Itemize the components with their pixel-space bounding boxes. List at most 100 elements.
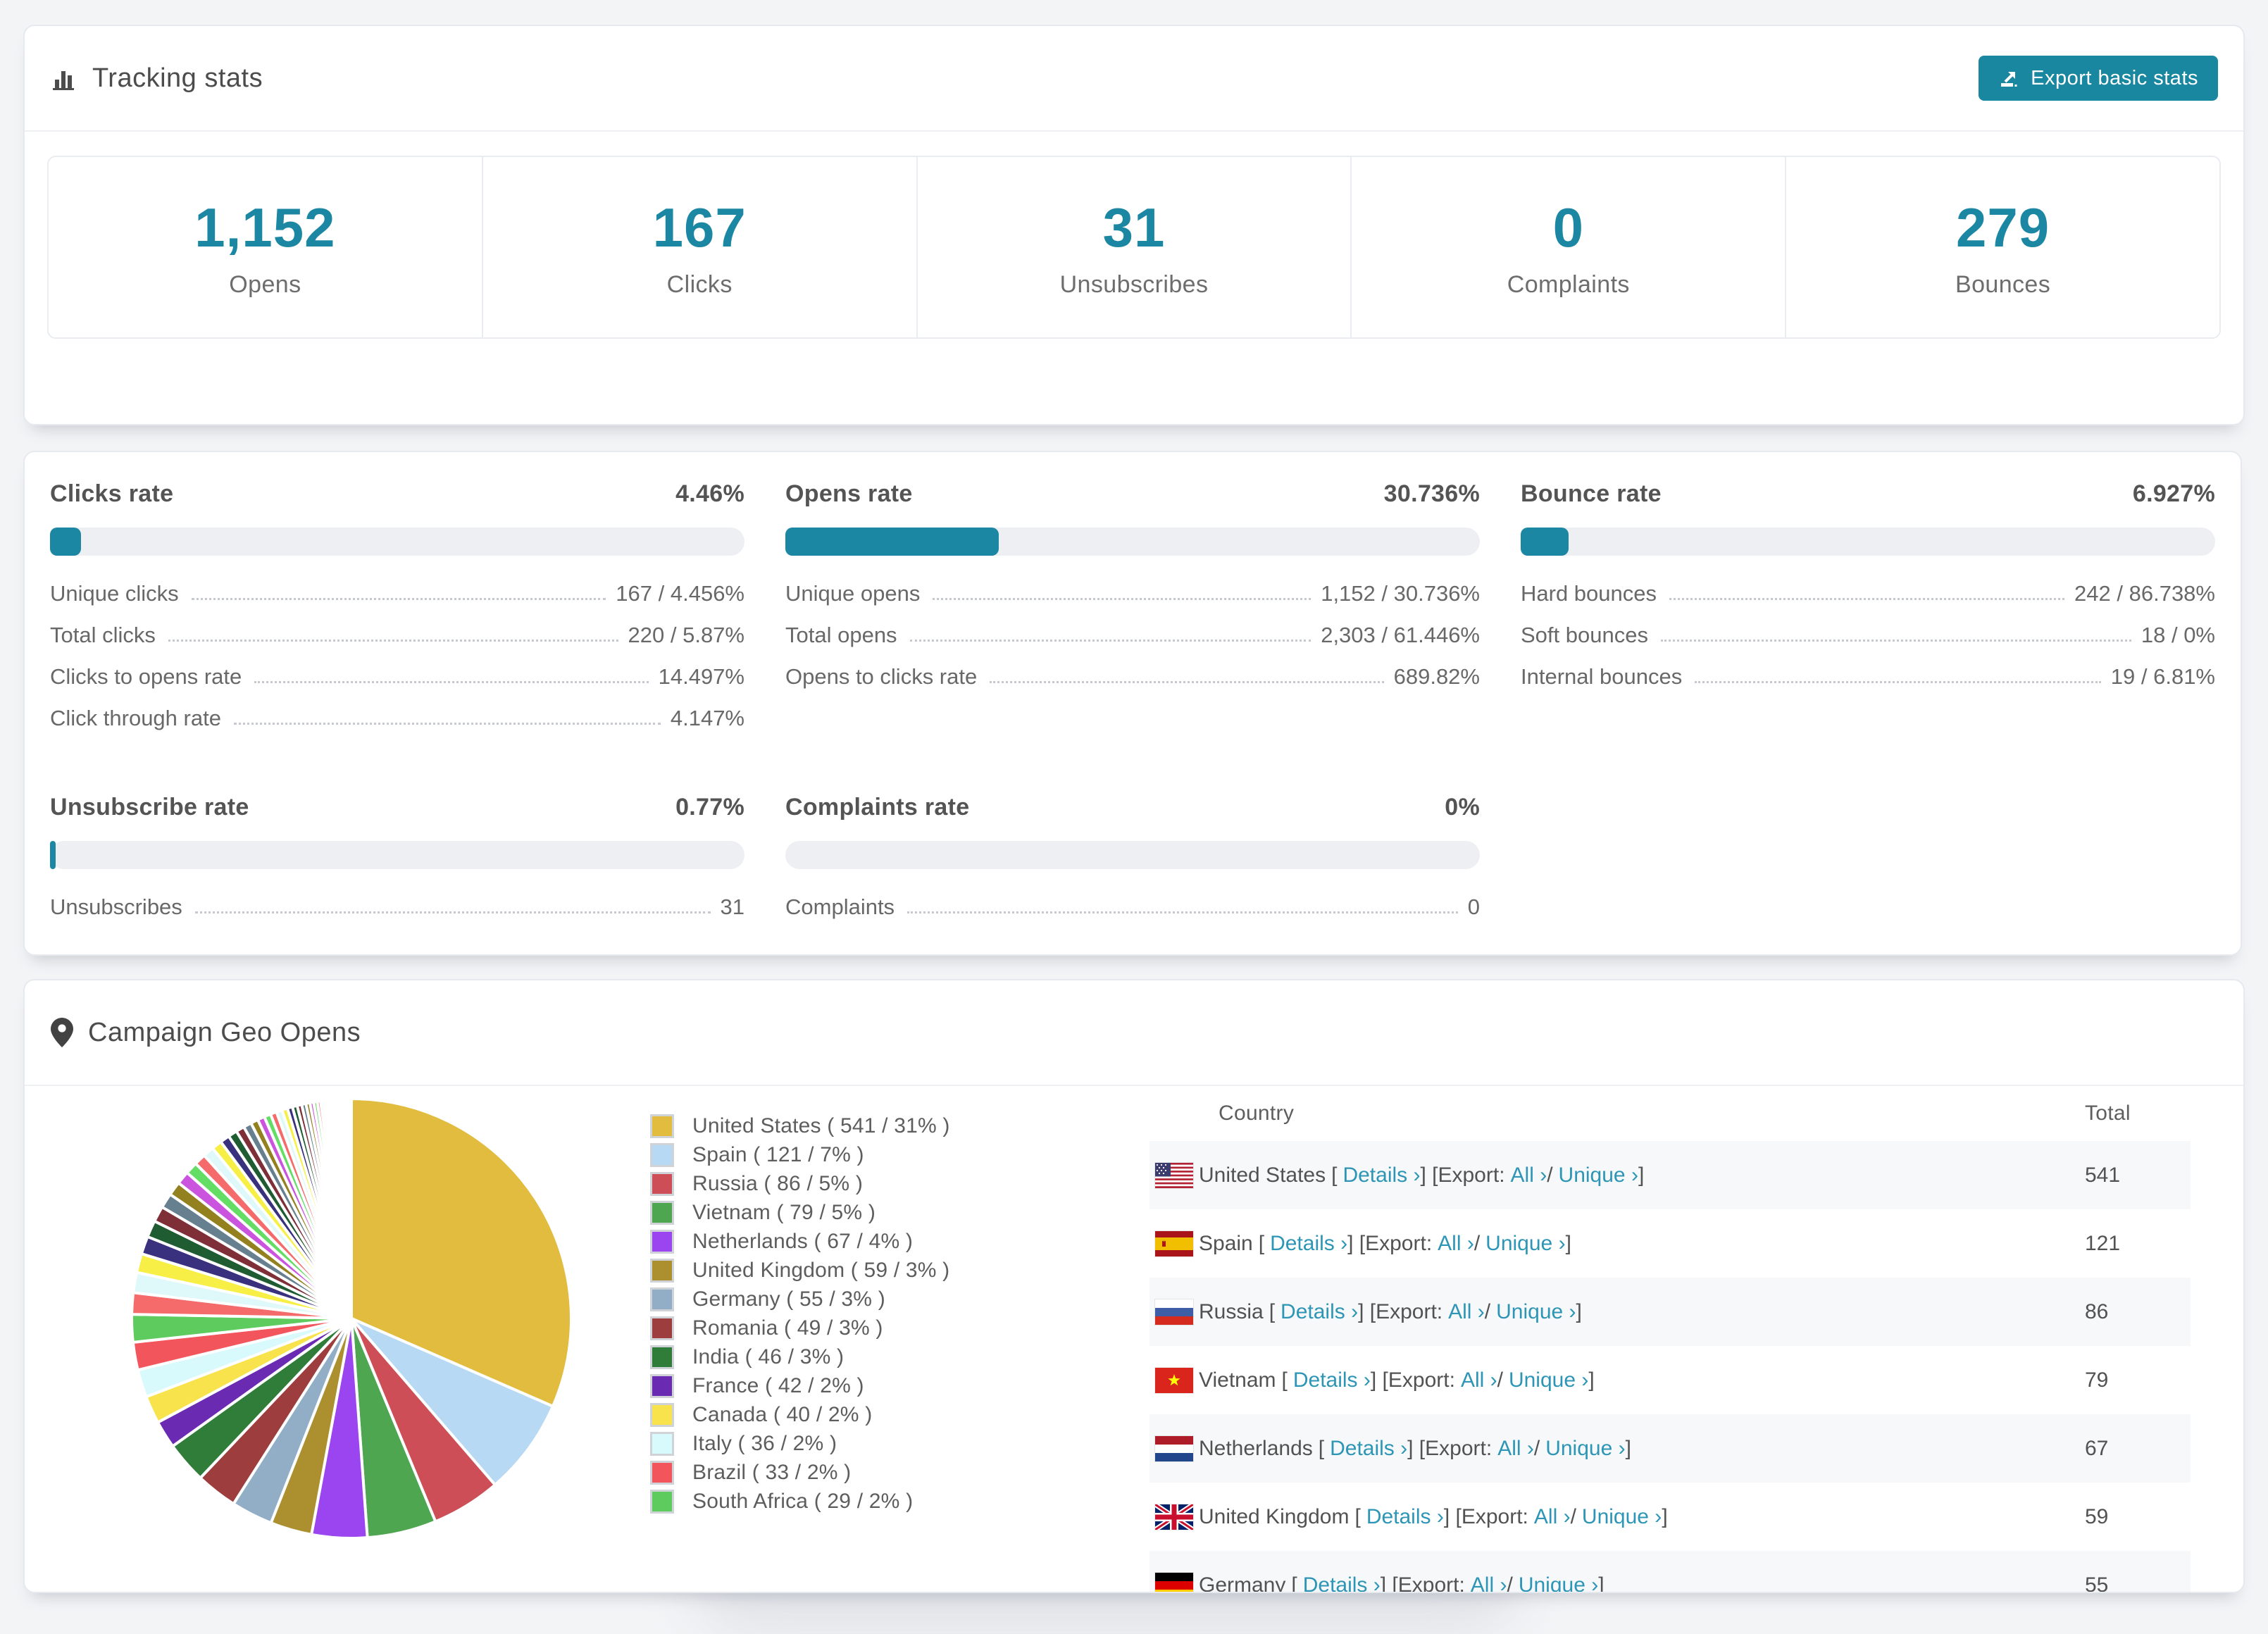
legend-label: United Kingdom ( 59 / 3% ) <box>692 1258 950 1282</box>
legend-swatch <box>650 1142 674 1167</box>
legend-swatch <box>650 1489 674 1514</box>
export-all-link[interactable]: All › <box>1438 1232 1474 1256</box>
legend-label: Vietnam ( 79 / 5% ) <box>692 1200 876 1224</box>
legend-item[interactable]: United States ( 541 / 31% ) <box>650 1111 950 1140</box>
legend-item[interactable]: India ( 46 / 3% ) <box>650 1342 950 1371</box>
legend-swatch <box>650 1287 674 1311</box>
legend-item[interactable]: Romania ( 49 / 3% ) <box>650 1314 950 1342</box>
legend-swatch <box>650 1114 674 1138</box>
export-all-link[interactable]: All › <box>1471 1573 1507 1592</box>
legend-item[interactable]: Canada ( 40 / 2% ) <box>650 1400 950 1429</box>
country-name: Germany <box>1199 1573 1286 1593</box>
legend-item[interactable]: Vietnam ( 79 / 5% ) <box>650 1198 950 1227</box>
export-label: ] [Export: <box>1370 1368 1455 1392</box>
rate-detail-row: Total opens 2,303 / 61.446% <box>785 623 1480 648</box>
details-link[interactable]: Details › <box>1366 1505 1444 1529</box>
legend-swatch <box>650 1402 674 1427</box>
export-all-link[interactable]: All › <box>1497 1437 1534 1461</box>
legend-item[interactable]: Netherlands ( 67 / 4% ) <box>650 1227 950 1256</box>
stat-label: Clicks <box>666 271 733 298</box>
table-row: United Kingdom [ Details › ] [Export: Al… <box>1149 1483 2191 1551</box>
rate-title-row: Complaints rate 0% <box>785 794 1480 821</box>
export-unique-link[interactable]: Unique › <box>1509 1368 1588 1392</box>
detail-value: 18 / 0% <box>2141 623 2215 647</box>
export-unique-link[interactable]: Unique › <box>1582 1505 1662 1529</box>
details-link[interactable]: Details › <box>1281 1300 1358 1324</box>
detail-value: 0 <box>1467 894 1480 919</box>
export-all-link[interactable]: All › <box>1534 1505 1571 1529</box>
legend-item[interactable]: Russia ( 86 / 5% ) <box>650 1169 950 1198</box>
bracket: [ <box>1291 1573 1297 1593</box>
bracket: [ <box>1318 1436 1325 1460</box>
export-all-link[interactable]: All › <box>1461 1368 1497 1392</box>
detail-label: Hard bounces <box>1521 581 1657 606</box>
legend-item[interactable]: South Africa ( 29 / 2% ) <box>650 1487 950 1516</box>
export-unique-link[interactable]: Unique › <box>1559 1164 1638 1187</box>
bar-chart-icon <box>50 64 78 92</box>
legend-item[interactable]: France ( 42 / 2% ) <box>650 1371 950 1400</box>
legend-label: Netherlands ( 67 / 4% ) <box>692 1229 914 1253</box>
stat-label: Opens <box>229 271 301 298</box>
bracket-close: ] <box>1598 1573 1605 1593</box>
legend-item[interactable]: Brazil ( 33 / 2% ) <box>650 1458 950 1487</box>
rates-card: Clicks rate 4.46% Unique clicks 167 / 4.… <box>23 451 2242 956</box>
export-unique-link[interactable]: Unique › <box>1545 1437 1625 1461</box>
rate-detail-rows: Unique clicks 167 / 4.456% Total clicks … <box>50 581 744 731</box>
rate-title-row: Bounce rate 6.927% <box>1521 480 2215 508</box>
export-unique-link[interactable]: Unique › <box>1519 1573 1598 1592</box>
country-cell: Vietnam [ Details › ] [Export: All › / U… <box>1149 1367 2085 1393</box>
dotted-leader <box>254 681 649 683</box>
export-all-link[interactable]: All › <box>1511 1164 1547 1187</box>
country-cell: Netherlands [ Details › ] [Export: All ›… <box>1149 1435 2085 1461</box>
progress-fill <box>1521 528 1569 556</box>
legend-swatch <box>650 1431 674 1456</box>
legend-item[interactable]: United Kingdom ( 59 / 3% ) <box>650 1256 950 1285</box>
detail-label: Clicks to opens rate <box>50 664 242 689</box>
export-unique-link[interactable]: Unique › <box>1485 1232 1565 1256</box>
rate-title: Opens rate <box>785 480 913 507</box>
detail-value: 1,152 / 30.736% <box>1321 581 1480 606</box>
bracket-close: ] <box>1588 1368 1595 1392</box>
country-flag-icon <box>1155 1367 1193 1393</box>
map-pin-icon <box>50 1017 74 1048</box>
country-flag-icon <box>1155 1504 1193 1530</box>
details-link[interactable]: Details › <box>1342 1164 1420 1187</box>
rate-block: Opens rate 30.736% Unique opens 1,152 / … <box>785 480 1480 747</box>
country-flag-icon <box>1155 1230 1193 1256</box>
stat-value: 1,152 <box>194 197 336 258</box>
table-row: Spain [ Details › ] [Export: All › / Uni… <box>1149 1209 2191 1278</box>
dotted-leader <box>1695 681 2101 683</box>
detail-label: Soft bounces <box>1521 623 1648 647</box>
legend-label: Spain ( 121 / 7% ) <box>692 1142 864 1166</box>
bracket: [ <box>1331 1163 1338 1187</box>
dotted-leader <box>191 598 606 600</box>
export-basic-stats-button[interactable]: Export basic stats <box>1979 56 2218 101</box>
table-row: Russia [ Details › ] [Export: All › / Un… <box>1149 1278 2191 1346</box>
progress-track <box>50 841 744 869</box>
country-cell: Spain [ Details › ] [Export: All › / Uni… <box>1149 1230 2085 1256</box>
stat-label: Complaints <box>1507 271 1630 298</box>
progress-fill <box>50 841 56 869</box>
legend-item[interactable]: Germany ( 55 / 3% ) <box>650 1285 950 1314</box>
geo-pie-chart <box>123 1090 580 1547</box>
details-link[interactable]: Details › <box>1293 1368 1371 1392</box>
slash: / <box>1507 1573 1513 1593</box>
rate-detail-row: Clicks to opens rate 14.497% <box>50 664 744 690</box>
legend-label: France ( 42 / 2% ) <box>692 1373 864 1397</box>
details-link[interactable]: Details › <box>1330 1437 1407 1461</box>
total-cell: 55 <box>2085 1573 2109 1593</box>
slash: / <box>1484 1299 1491 1323</box>
legend-item[interactable]: Italy ( 36 / 2% ) <box>650 1429 950 1458</box>
table-row: Vietnam [ Details › ] [Export: All › / U… <box>1149 1346 2191 1414</box>
bracket-close: ] <box>1662 1504 1668 1528</box>
legend-item[interactable]: Spain ( 121 / 7% ) <box>650 1140 950 1169</box>
detail-label: Click through rate <box>50 706 221 730</box>
table-row: Netherlands [ Details › ] [Export: All ›… <box>1149 1414 2191 1483</box>
legend-swatch <box>650 1345 674 1369</box>
bracket: [ <box>1281 1368 1288 1392</box>
legend-swatch <box>650 1373 674 1398</box>
export-all-link[interactable]: All › <box>1448 1300 1485 1324</box>
details-link[interactable]: Details › <box>1303 1573 1381 1592</box>
export-unique-link[interactable]: Unique › <box>1496 1300 1576 1324</box>
details-link[interactable]: Details › <box>1270 1232 1347 1256</box>
